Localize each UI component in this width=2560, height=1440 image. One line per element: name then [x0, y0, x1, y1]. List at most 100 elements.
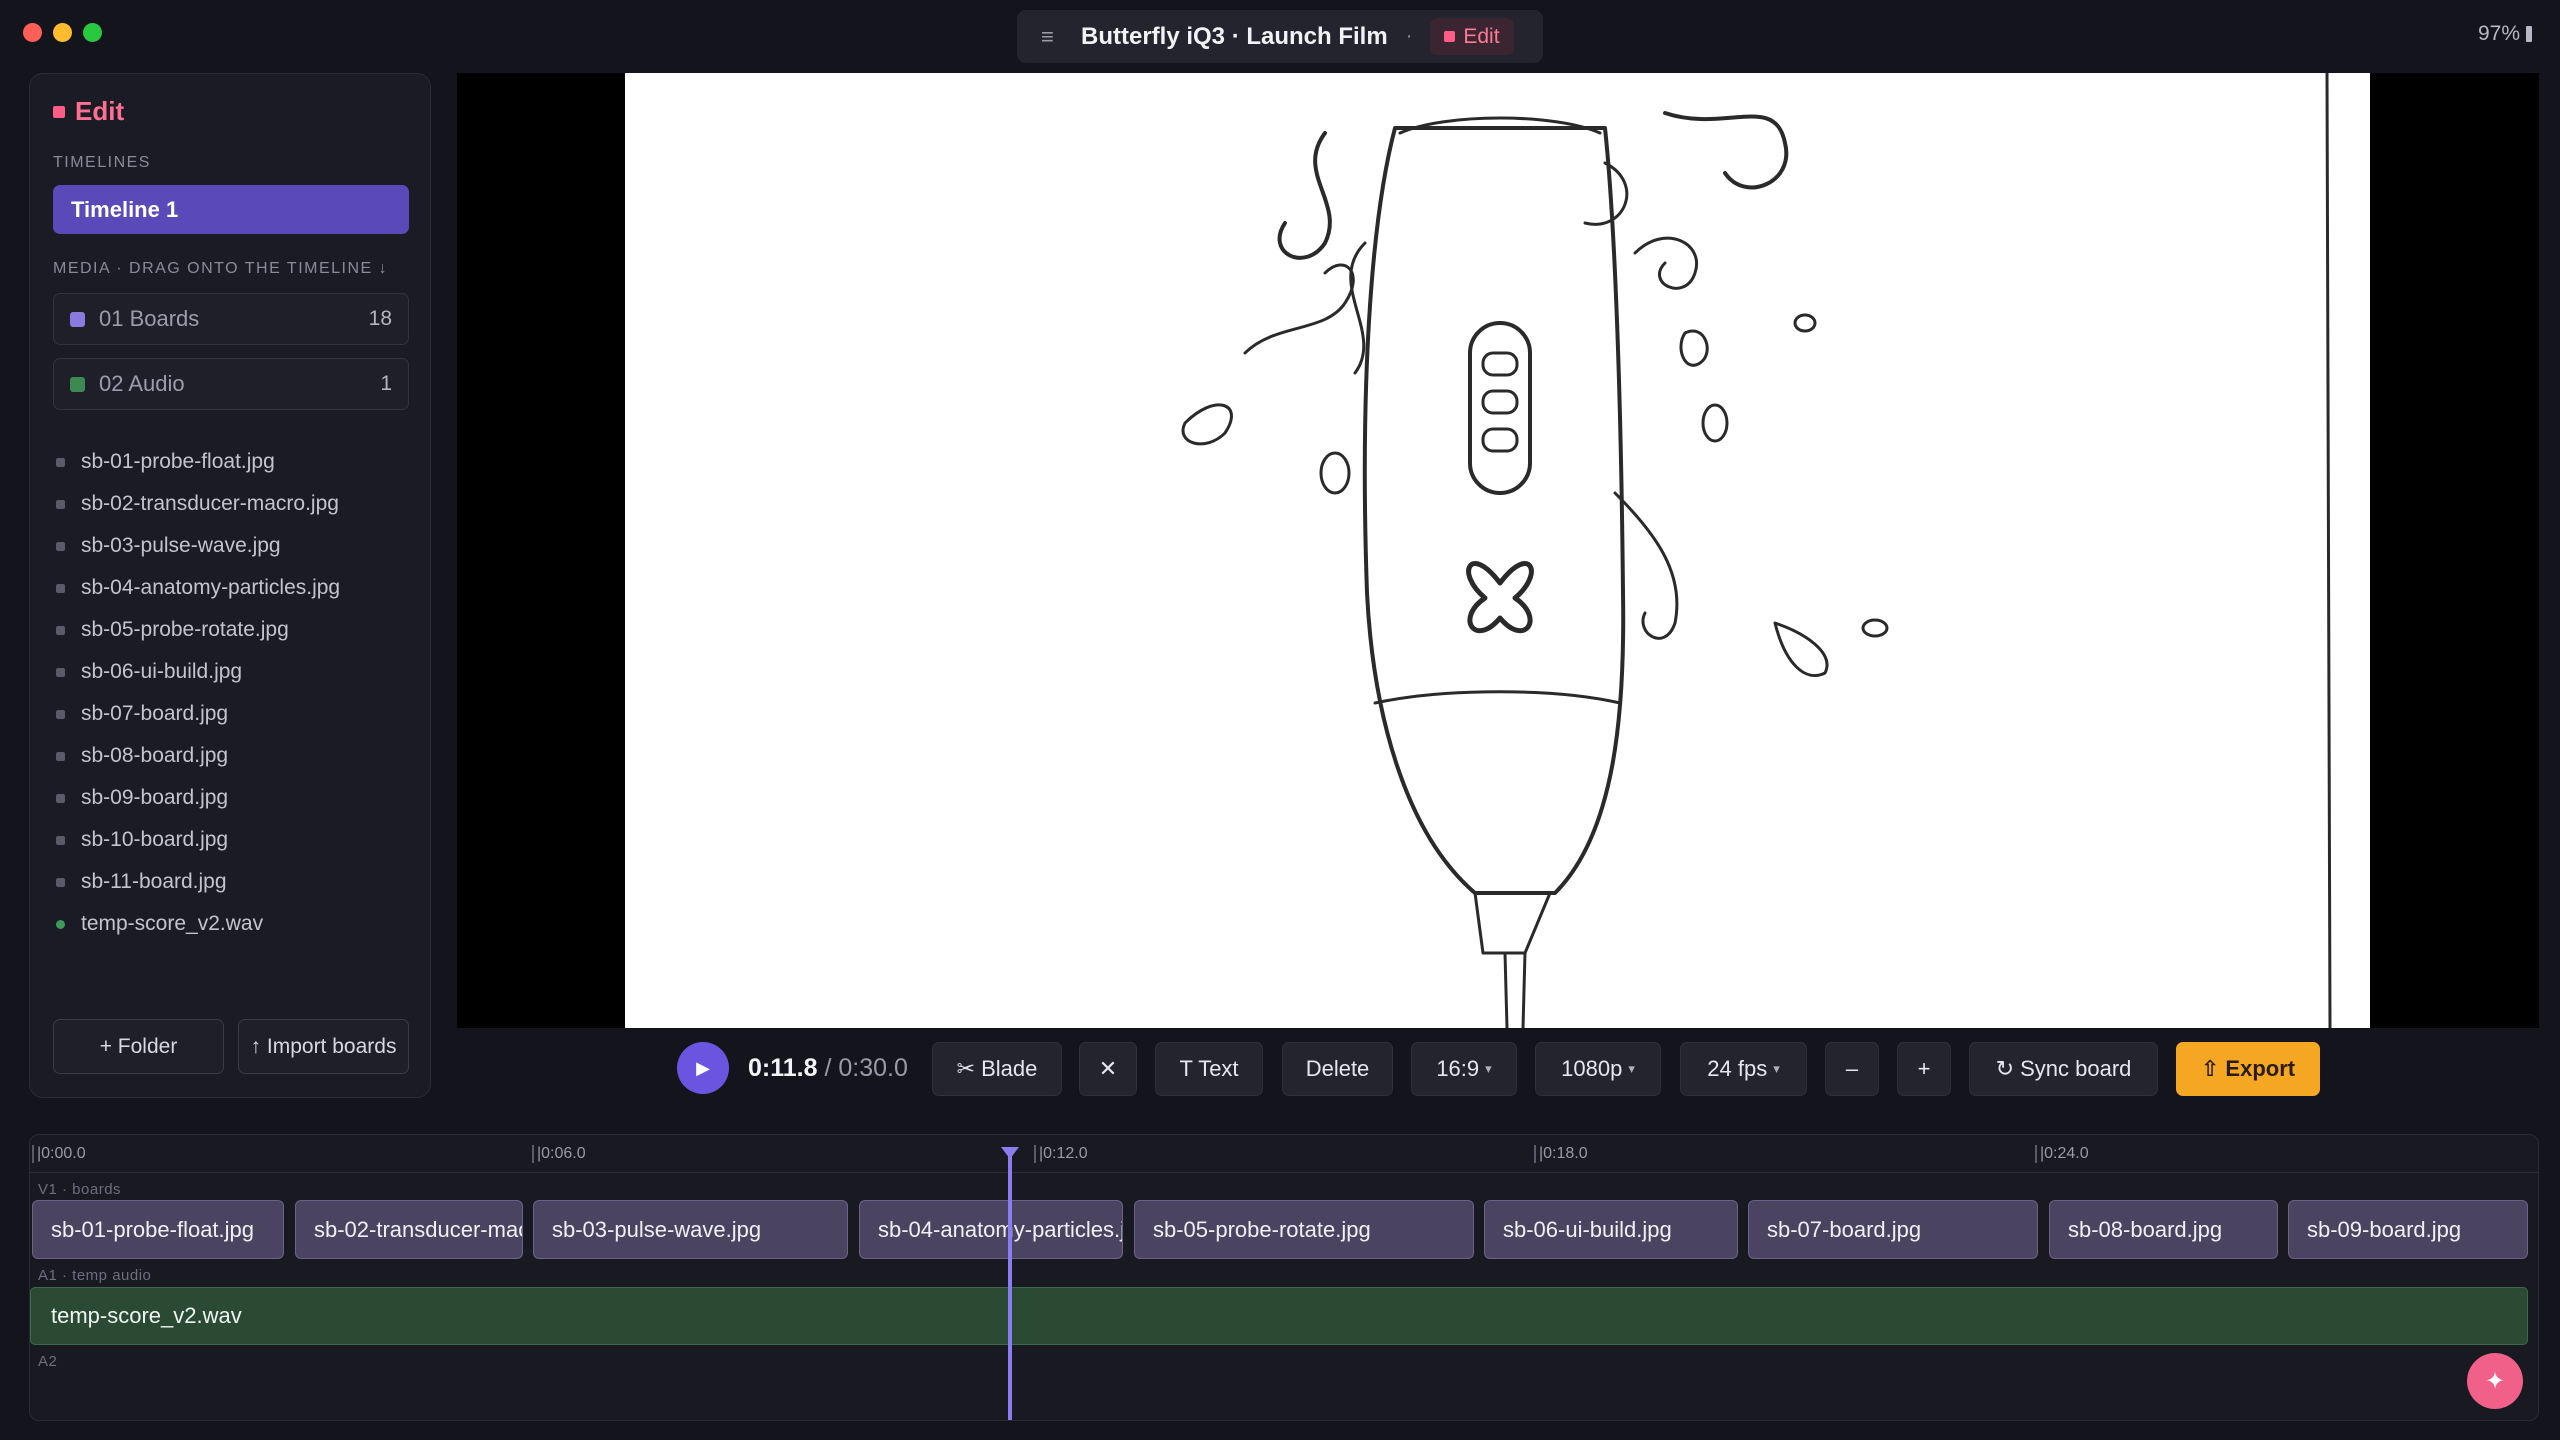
timeline-clip[interactable]: sb-03-pulse-wave.jpg	[533, 1200, 848, 1259]
battery-indicator: 97%	[2478, 22, 2532, 46]
title-separator: ·	[1405, 25, 1413, 47]
timelines-section-label: TIMELINES	[53, 154, 151, 171]
text-tool-button[interactable]: T Text	[1155, 1042, 1263, 1096]
total-time: / 0:30.0	[817, 1054, 908, 1082]
folder-name: 02 Audio	[99, 371, 185, 396]
track-label-a1: A1 · temp audio	[38, 1267, 152, 1284]
audio-file-icon	[56, 919, 65, 929]
image-file-icon	[56, 793, 65, 803]
transport-toolbar: ▶ 0:11.8 / 0:30.0 ✂ Blade ✕ T Text Delet…	[0, 1042, 2560, 1096]
file-name: sb-10-board.jpg	[81, 828, 229, 851]
sidebar-header: Edit	[53, 96, 124, 127]
zoom-in-button[interactable]: +	[1897, 1042, 1951, 1096]
image-file-icon	[56, 457, 65, 467]
minimize-window-button[interactable]	[53, 23, 72, 42]
media-file-item[interactable]: sb-05-probe-rotate.jpg	[56, 609, 340, 651]
audio-clip[interactable]: temp-score_v2.wav	[30, 1287, 2528, 1345]
chevron-down-icon: ▾	[1628, 1061, 1635, 1076]
file-name: sb-06-ui-build.jpg	[81, 660, 243, 683]
folder-name: 01 Boards	[99, 306, 200, 331]
folder-color-icon	[70, 376, 85, 392]
project-title: Butterfly iQ3 · Launch Film	[1081, 22, 1388, 50]
project-title-bar[interactable]: ≡ Butterfly iQ3 · Launch Film · Edit	[1017, 10, 1543, 63]
chevron-down-icon: ▾	[1773, 1061, 1780, 1076]
media-file-item[interactable]: temp-score_v2.wav	[56, 903, 340, 945]
file-name: sb-11-board.jpg	[81, 870, 227, 893]
file-name: sb-01-probe-float.jpg	[81, 450, 275, 473]
track-label-v1: V1 · boards	[38, 1181, 122, 1198]
image-file-icon	[56, 877, 65, 887]
timecode-display: 0:11.8 / 0:30.0	[748, 1054, 908, 1083]
fps-select[interactable]: 24 fps ▾	[1680, 1042, 1807, 1096]
ruler-tick: |0:18.0	[1534, 1145, 1588, 1163]
chevron-down-icon: ▾	[1485, 1061, 1492, 1076]
ruler-tick: |0:24.0	[2035, 1145, 2089, 1163]
maximize-window-button[interactable]	[83, 23, 102, 42]
blade-tool-button[interactable]: ✂ Blade	[932, 1042, 1062, 1096]
timeline-clip[interactable]: sb-07-board.jpg	[1748, 1200, 2038, 1259]
file-name: sb-08-board.jpg	[81, 744, 229, 767]
sidebar-title: Edit	[75, 96, 125, 126]
ruler-tick: |0:12.0	[1034, 1145, 1088, 1163]
image-file-icon	[56, 835, 65, 845]
close-icon[interactable]: ✕	[1079, 1042, 1137, 1096]
media-file-item[interactable]: sb-09-board.jpg	[56, 777, 340, 819]
play-button[interactable]: ▶	[677, 1042, 729, 1094]
media-file-item[interactable]: sb-02-transducer-macro.jpg	[56, 483, 340, 525]
timeline-clip[interactable]: sb-08-board.jpg	[2049, 1200, 2278, 1259]
timeline-ruler[interactable]: |0:00.0 |0:06.0 |0:12.0 |0:18.0 |0:24.0	[30, 1135, 2538, 1173]
folder-color-icon	[70, 311, 85, 327]
media-sidebar: Edit TIMELINES Timeline 1 MEDIA · DRAG O…	[29, 73, 431, 1098]
folder-count: 1	[380, 372, 392, 395]
zoom-out-button[interactable]: –	[1825, 1042, 1879, 1096]
file-name: sb-07-board.jpg	[81, 702, 229, 725]
image-file-icon	[56, 541, 65, 551]
preview-viewer	[457, 73, 2539, 1028]
image-file-icon	[56, 583, 65, 593]
aspect-ratio-value: 16:9	[1436, 1056, 1480, 1081]
media-file-item[interactable]: sb-06-ui-build.jpg	[56, 651, 340, 693]
media-file-item[interactable]: sb-08-board.jpg	[56, 735, 340, 777]
close-window-button[interactable]	[23, 23, 42, 42]
image-file-icon	[56, 625, 65, 635]
file-name: sb-03-pulse-wave.jpg	[81, 534, 281, 557]
sparkle-icon[interactable]: ✦	[2467, 1353, 2523, 1409]
timeline-clip[interactable]: sb-09-board.jpg	[2288, 1200, 2528, 1259]
playhead[interactable]	[1008, 1151, 1012, 1420]
current-time: 0:11.8	[748, 1054, 818, 1082]
file-name: sb-04-anatomy-particles.jpg	[81, 576, 341, 599]
timeline-clip[interactable]: sb-05-probe-rotate.jpg	[1134, 1200, 1474, 1259]
sync-board-button[interactable]: ↻ Sync board	[1969, 1042, 2158, 1096]
folder-boards[interactable]: 01 Boards 18	[53, 293, 409, 345]
mode-color-icon	[1444, 31, 1456, 42]
media-section-label: MEDIA · DRAG ONTO THE TIMELINE ↓	[53, 260, 389, 277]
media-file-item[interactable]: sb-11-board.jpg	[56, 861, 340, 903]
media-file-item[interactable]: sb-07-board.jpg	[56, 693, 340, 735]
timeline-clip[interactable]: sb-04-anatomy-particles.jpg	[859, 1200, 1123, 1259]
ruler-tick: |0:06.0	[532, 1145, 586, 1163]
folder-audio[interactable]: 02 Audio 1	[53, 358, 409, 410]
ruler-tick: |0:00.0	[32, 1145, 86, 1163]
export-button[interactable]: ⇧ Export	[2176, 1042, 2320, 1096]
battery-icon	[2526, 26, 2532, 42]
storyboard-frame	[625, 73, 2370, 1028]
timeline-clip[interactable]: sb-01-probe-float.jpg	[32, 1200, 284, 1259]
timeline-clip[interactable]: sb-06-ui-build.jpg	[1484, 1200, 1738, 1259]
menu-icon[interactable]: ≡	[1041, 24, 1067, 50]
battery-level: 97%	[2477, 22, 2520, 45]
timeline-clip[interactable]: sb-02-transducer-macro.jpg	[295, 1200, 523, 1259]
media-file-item[interactable]: sb-10-board.jpg	[56, 819, 340, 861]
aspect-ratio-select[interactable]: 16:9 ▾	[1411, 1042, 1517, 1096]
media-file-item[interactable]: sb-04-anatomy-particles.jpg	[56, 567, 340, 609]
track-label-a2: A2	[38, 1353, 58, 1370]
media-file-list: sb-01-probe-float.jpg sb-02-transducer-m…	[56, 441, 340, 945]
timeline-panel: |0:00.0 |0:06.0 |0:12.0 |0:18.0 |0:24.0 …	[29, 1134, 2539, 1421]
image-file-icon	[56, 667, 65, 677]
image-file-icon	[56, 499, 65, 509]
timeline-item-1[interactable]: Timeline 1	[53, 185, 409, 234]
delete-button[interactable]: Delete	[1282, 1042, 1393, 1096]
media-file-item[interactable]: sb-03-pulse-wave.jpg	[56, 525, 340, 567]
resolution-select[interactable]: 1080p ▾	[1535, 1042, 1661, 1096]
mode-chip[interactable]: Edit	[1430, 18, 1514, 55]
media-file-item[interactable]: sb-01-probe-float.jpg	[56, 441, 340, 483]
